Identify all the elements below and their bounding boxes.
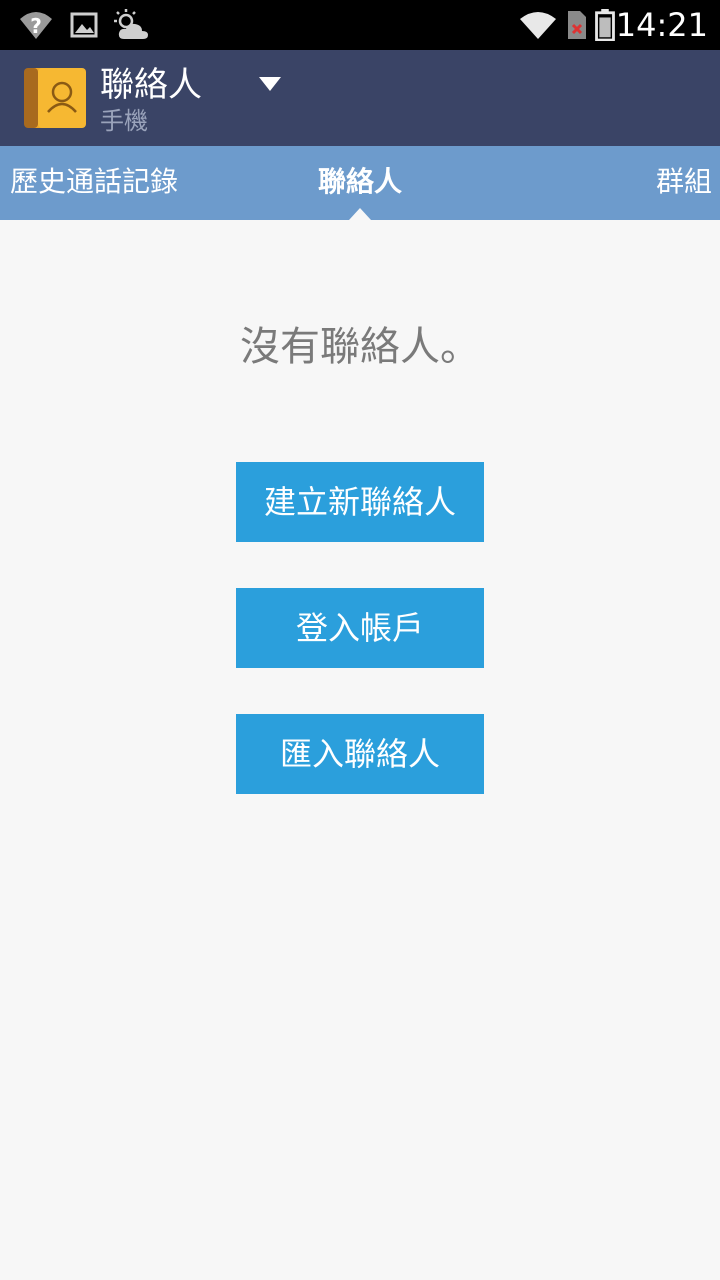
battery-icon (595, 9, 615, 41)
account-subtitle: 手機 (100, 107, 148, 135)
status-time: 14:21 (615, 6, 708, 44)
wifi-question-icon: ? (20, 12, 52, 39)
sign-in-account-button[interactable]: 登入帳戶 (236, 588, 484, 668)
image-icon (70, 12, 98, 38)
page-title[interactable]: 聯絡人 (100, 64, 202, 106)
action-bar: 聯絡人 手機 (0, 50, 720, 146)
tab-bar: 歷史通話記錄 聯絡人 群組 (0, 146, 720, 220)
wifi-signal-icon (520, 12, 556, 39)
tab-contacts[interactable]: 聯絡人 (0, 164, 720, 200)
status-bar: ? 14:21 (0, 0, 720, 50)
empty-state-message: 沒有聯絡人。 (240, 324, 480, 370)
tab-groups[interactable]: 群組 (656, 164, 712, 200)
sim-missing-icon (568, 11, 586, 39)
chevron-down-icon[interactable] (258, 76, 282, 92)
selected-tab-indicator (349, 208, 371, 220)
create-contact-button[interactable]: 建立新聯絡人 (236, 462, 484, 542)
contacts-book-icon[interactable] (24, 66, 88, 130)
import-contacts-button[interactable]: 匯入聯絡人 (236, 714, 484, 794)
weather-partly-cloudy-icon (114, 9, 148, 39)
svg-text:?: ? (30, 14, 42, 38)
